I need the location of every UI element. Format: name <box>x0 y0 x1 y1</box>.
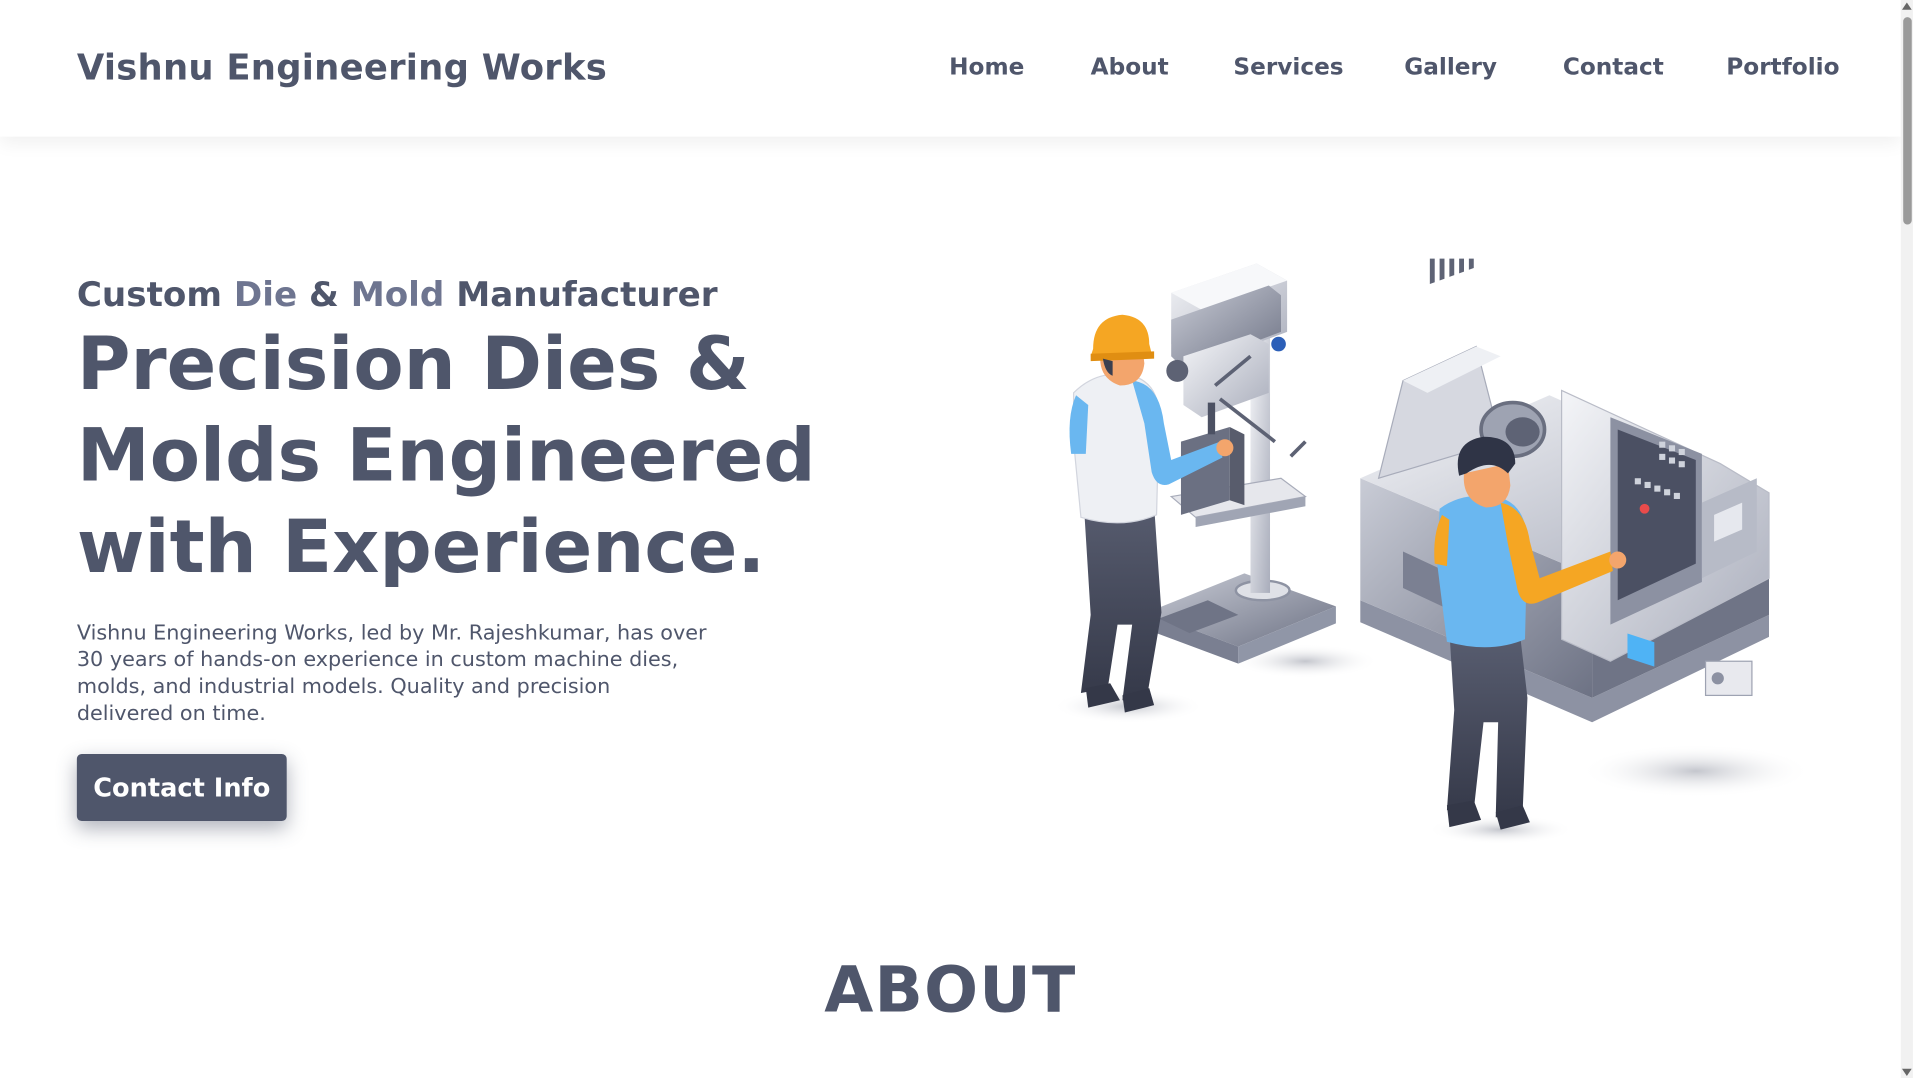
nav-about[interactable]: About <box>1091 54 1169 81</box>
page-stage: Vishnu Engineering Works Home About Serv… <box>0 0 1913 1078</box>
brand-logo[interactable]: Vishnu Engineering Works <box>77 46 607 87</box>
nav-gallery[interactable]: Gallery <box>1404 54 1497 81</box>
contact-info-button[interactable]: Contact Info <box>76 753 287 822</box>
eyebrow-accent-die: Die <box>233 274 298 315</box>
eyebrow-part: & <box>297 274 351 315</box>
scroll-thumb[interactable] <box>1903 17 1912 225</box>
cnc-lathe-icon <box>1360 258 1770 723</box>
nav-portfolio[interactable]: Portfolio <box>1726 54 1839 81</box>
hero-eyebrow: Custom Die & Mold Manufacturer <box>77 275 718 315</box>
page-scrollbar[interactable] <box>1900 0 1913 1078</box>
nav-home[interactable]: Home <box>949 54 1024 81</box>
hero-section: Custom Die & Mold Manufacturer Precision… <box>0 136 1901 1078</box>
workers-machinery-illustration <box>1052 258 1812 845</box>
scroll-up-icon[interactable] <box>1901 2 1912 10</box>
hero-headline: Precision Dies & Molds Engineered with E… <box>76 322 816 591</box>
navbar: Vishnu Engineering Works Home About Serv… <box>0 0 1901 137</box>
scroll-down-icon[interactable] <box>1901 1068 1912 1077</box>
nav-contact[interactable]: Contact <box>1563 54 1664 81</box>
hero-description: Vishnu Engineering Works, led by Mr. Raj… <box>76 620 707 726</box>
eyebrow-accent-mold: Mold <box>350 274 445 315</box>
about-section-title: ABOUT <box>824 954 1077 1028</box>
shadow <box>1579 744 1812 798</box>
nav-services[interactable]: Services <box>1233 54 1343 81</box>
eyebrow-part: Manufacturer <box>444 274 718 315</box>
eyebrow-part: Custom <box>76 274 234 315</box>
